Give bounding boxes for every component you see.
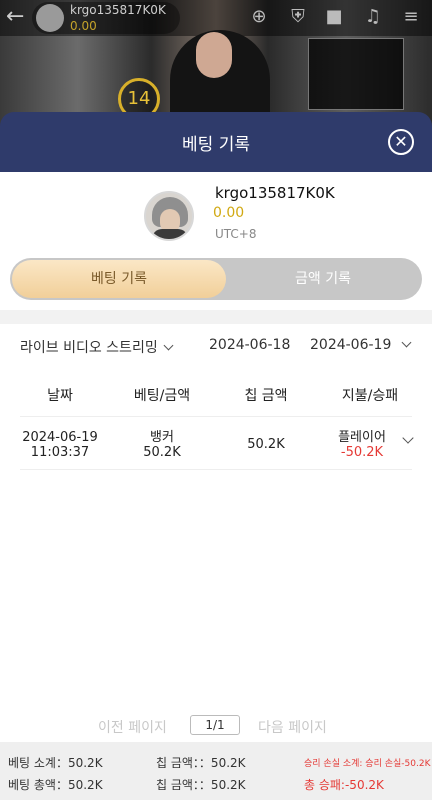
table-header: 날짜 베팅/금액 칩 금액 지불/승패 <box>0 372 432 416</box>
bet-subtotal: 베팅 소계：50.2K <box>8 756 103 770</box>
game-filter-dropdown[interactable]: 라이브 비디오 스트리밍 <box>20 337 174 357</box>
tab-bet-record[interactable]: 베팅 기록 <box>12 260 226 298</box>
table-info-panel <box>308 38 404 110</box>
end-date-label: 2024-06-19 <box>310 337 392 353</box>
start-date-picker[interactable]: 2024-06-18 <box>209 337 290 353</box>
video-balance: 0.00 <box>70 19 97 33</box>
chip-total: 칩 금액：：50.2K <box>156 778 246 792</box>
row-date: 2024-06-19 <box>22 430 98 445</box>
zoom-in-icon[interactable]: ⊕ <box>248 6 270 28</box>
modal-title: 베팅 기록 <box>182 135 250 155</box>
winloss-total: 총 승패:-50.2K <box>304 778 384 792</box>
chevron-down-icon[interactable] <box>402 432 414 444</box>
column-header-payout: 지불/승패 <box>341 388 399 404</box>
row-payout-side: 플레이어 <box>338 430 386 445</box>
table-row[interactable]: 2024-06-19 11:03:37 뱅커 50.2K 50.2K 플레이어 … <box>20 416 414 470</box>
video-username: krgo135817K0K <box>70 3 166 17</box>
summary-footer: 베팅 소계：50.2K 칩 금액：：50.2K 승리 손실 소계: 승리 손실-… <box>0 742 432 800</box>
chevron-down-icon <box>401 337 412 348</box>
tab-amount-record[interactable]: 금액 기록 <box>226 260 420 298</box>
chip-subtotal: 칩 금액：：50.2K <box>156 756 246 770</box>
filter-bar: 라이브 비디오 스트리밍 2024-06-18 2024-06-19 <box>0 324 432 368</box>
row-time: 11:03:37 <box>30 445 90 460</box>
row-payout-amount: -50.2K <box>340 445 384 460</box>
speaker-icon[interactable]: ♫ <box>362 6 384 28</box>
end-date-picker[interactable]: 2024-06-19 <box>310 337 412 353</box>
prev-page-button[interactable]: 이전 페이지 <box>98 717 167 737</box>
back-arrow-icon[interactable]: ← <box>6 6 28 28</box>
column-header-chip: 칩 금액 <box>244 388 288 404</box>
camera-icon[interactable]: ■ <box>323 6 345 28</box>
modal-header: 베팅 기록 <box>0 112 432 172</box>
profile-username: krgo135817K0K <box>215 184 335 202</box>
profile-timezone: UTC+8 <box>215 227 257 241</box>
divider-band <box>0 310 432 324</box>
close-icon[interactable]: ✕ <box>388 129 414 155</box>
live-video-background: ← krgo135817K0K 0.00 ⊕ ⛨ ■ ♫ ≡ 14 <box>0 0 432 130</box>
row-bet-type: 뱅커 <box>150 430 174 445</box>
column-header-date: 날짜 <box>47 388 73 404</box>
dealer-face <box>196 32 232 78</box>
shield-icon[interactable]: ⛨ <box>287 6 309 28</box>
profile-balance: 0.00 <box>213 205 245 221</box>
bet-total: 베팅 총액：50.2K <box>8 778 103 792</box>
avatar <box>144 191 194 241</box>
menu-icon[interactable]: ≡ <box>400 6 422 28</box>
next-page-button[interactable]: 다음 페이지 <box>258 717 327 737</box>
game-filter-label: 라이브 비디오 스트리밍 <box>20 340 158 356</box>
page-indicator: 1/1 <box>190 715 240 735</box>
record-tabs: 베팅 기록 금액 기록 <box>10 258 422 300</box>
column-header-bet: 베팅/금액 <box>133 388 191 404</box>
start-date-label: 2024-06-18 <box>209 337 291 353</box>
winloss-subtotal: 승리 손실 소계: 승리 손실-50.2K <box>304 759 431 769</box>
row-bet-amount: 50.2K <box>143 445 181 460</box>
pagination: 이전 페이지 1/1 다음 페이지 <box>0 714 432 738</box>
row-chip-amount: 50.2K <box>247 437 285 452</box>
mini-avatar <box>36 4 64 32</box>
chevron-down-icon <box>163 340 174 351</box>
